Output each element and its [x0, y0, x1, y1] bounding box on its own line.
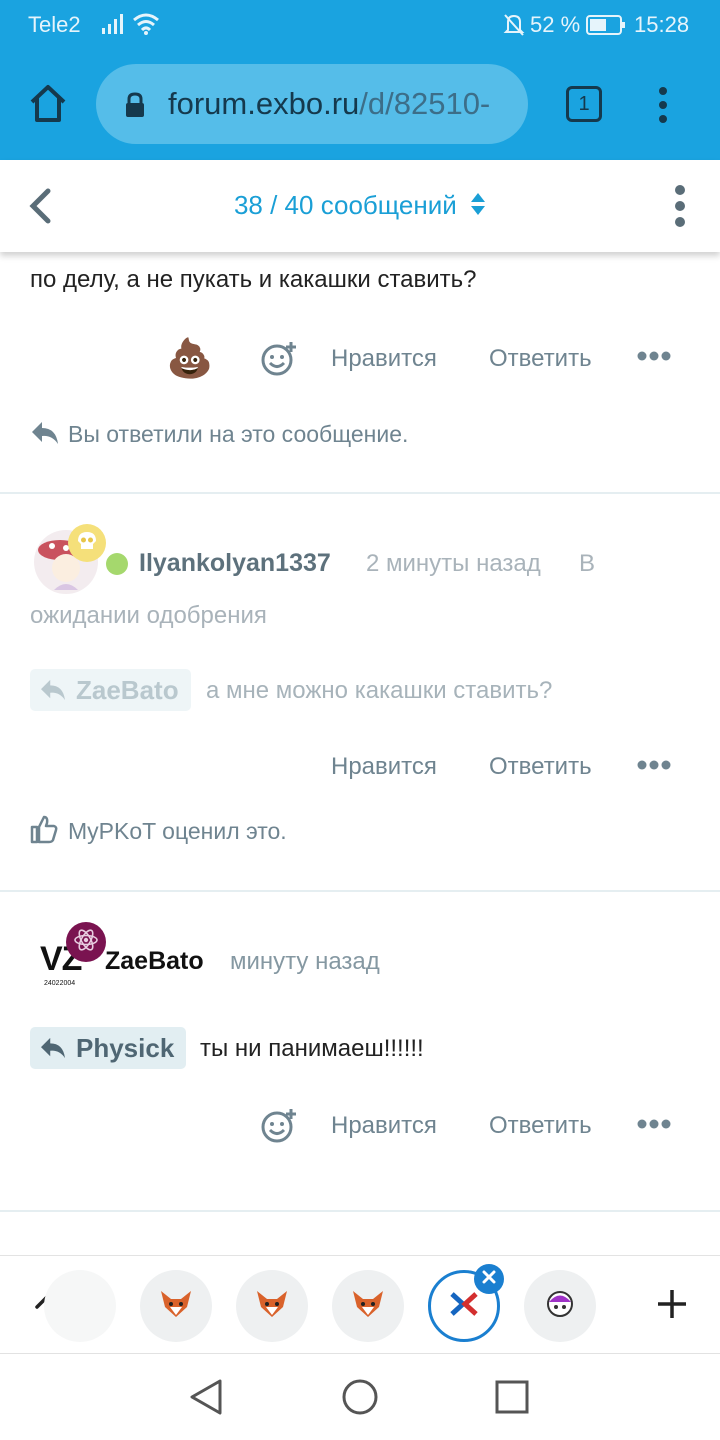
nav-back-icon[interactable]: [188, 1378, 224, 1421]
tab-count: 1: [578, 93, 590, 115]
reply-arrow-icon: [38, 1036, 68, 1060]
reply-mention[interactable]: Physick: [30, 1027, 187, 1069]
skull-badge: [68, 524, 106, 562]
browser-toolbar: forum.exbo.ru/d/82510- 1: [0, 52, 720, 160]
status-bar: Tele2 52 % 15:28: [0, 0, 720, 52]
wifi-icon: [132, 12, 160, 41]
liked-note[interactable]: MyPKoT оценил это.: [68, 818, 287, 845]
clock: 15:28: [634, 12, 690, 37]
fox-icon: [159, 1289, 193, 1324]
reply-button[interactable]: Ответить: [489, 1112, 592, 1140]
post-counter: 38 / 40 сообщений: [233, 190, 457, 220]
mention-name: Physick: [76, 1032, 175, 1063]
url-path: /d/82510-: [359, 86, 491, 121]
exbo-logo-icon: [449, 1291, 479, 1322]
tab-thumbnail[interactable]: [44, 1270, 116, 1342]
discussion-menu-icon[interactable]: [672, 184, 688, 233]
close-tab-button[interactable]: [474, 1264, 504, 1294]
reply-arrow-icon: [38, 678, 68, 702]
discussion-header: 38 / 40 сообщений: [0, 160, 720, 252]
post-scrubber[interactable]: 38 / 40 сообщений: [0, 190, 720, 223]
signal-icon: [100, 12, 126, 41]
nav-recents-icon[interactable]: [495, 1380, 529, 1419]
tab-thumbnail[interactable]: [524, 1270, 596, 1342]
post-time[interactable]: минуту назад: [230, 948, 380, 976]
react-badge: [66, 922, 106, 962]
fox-icon: [255, 1289, 289, 1324]
post-menu-icon[interactable]: [637, 758, 671, 777]
system-nav-bar: [0, 1353, 720, 1440]
fox-icon: [351, 1289, 385, 1324]
like-button[interactable]: Нравится: [331, 753, 437, 781]
reaction-poop[interactable]: 💩: [166, 336, 214, 382]
thumbs-up-icon: [30, 814, 58, 849]
post-text: по делу, а не пукать и какашки ставить?: [30, 266, 477, 293]
post-text: ты ни панимаеш!!!!!!: [200, 1035, 424, 1062]
approval-status-cont: ожидании одобрения: [30, 602, 267, 629]
add-reaction-icon[interactable]: [260, 1107, 298, 1150]
url-host: forum.exbo.ru: [168, 86, 360, 121]
close-icon: [481, 1269, 497, 1290]
address-bar[interactable]: forum.exbo.ru/d/82510-: [96, 64, 528, 144]
sort-arrows-icon: [470, 192, 486, 223]
home-icon[interactable]: [28, 82, 68, 131]
author-name[interactable]: Ilyankolyan1337: [139, 549, 331, 578]
tab-thumbnail[interactable]: [236, 1270, 308, 1342]
author-name[interactable]: ZaeBato: [105, 947, 204, 976]
post-time[interactable]: 2 минуты назад: [366, 550, 541, 578]
lock-icon: [124, 92, 146, 123]
tab-thumbnail[interactable]: [140, 1270, 212, 1342]
carrier-label: Tele2: [28, 12, 81, 37]
post-menu-icon[interactable]: [637, 1117, 671, 1136]
replied-note[interactable]: Вы ответили на это сообщение.: [68, 421, 408, 448]
avatar-subtext: 24022004: [44, 980, 76, 987]
post-body: по делу, а не пукать и какашки ставить?: [30, 266, 477, 294]
like-button[interactable]: Нравится: [331, 345, 437, 373]
battery-icon: [586, 14, 626, 41]
new-tab-plus-icon[interactable]: [656, 1288, 688, 1325]
reply-button[interactable]: Ответить: [489, 753, 592, 781]
like-button[interactable]: Нравится: [331, 1112, 437, 1140]
post-divider: [0, 492, 720, 494]
reply-button[interactable]: Ответить: [489, 345, 592, 373]
mention-name: ZaeBato: [76, 674, 179, 705]
tab-switcher-button[interactable]: 1: [566, 86, 602, 122]
add-reaction-icon[interactable]: [260, 340, 298, 383]
skull-icon: [76, 530, 98, 557]
online-status-dot: [106, 553, 128, 575]
approval-status: В: [579, 550, 596, 577]
post-text: а мне можно какашки ставить?: [206, 677, 553, 704]
url-text: forum.exbo.ru/d/82510-: [168, 86, 490, 122]
post-divider: [0, 1210, 720, 1212]
reply-arrow-icon: [30, 420, 60, 451]
post-menu-icon[interactable]: [637, 349, 671, 368]
atom-icon: [73, 927, 99, 958]
site-favicon-icon: [545, 1289, 575, 1324]
battery-percent: 52 %: [530, 12, 581, 37]
mute-bell-icon: [502, 12, 526, 43]
tab-thumbnail[interactable]: [332, 1270, 404, 1342]
nav-home-icon[interactable]: [341, 1378, 379, 1421]
reply-mention[interactable]: ZaeBato: [30, 669, 191, 711]
browser-menu-icon[interactable]: [656, 86, 670, 129]
post-divider: [0, 890, 720, 892]
